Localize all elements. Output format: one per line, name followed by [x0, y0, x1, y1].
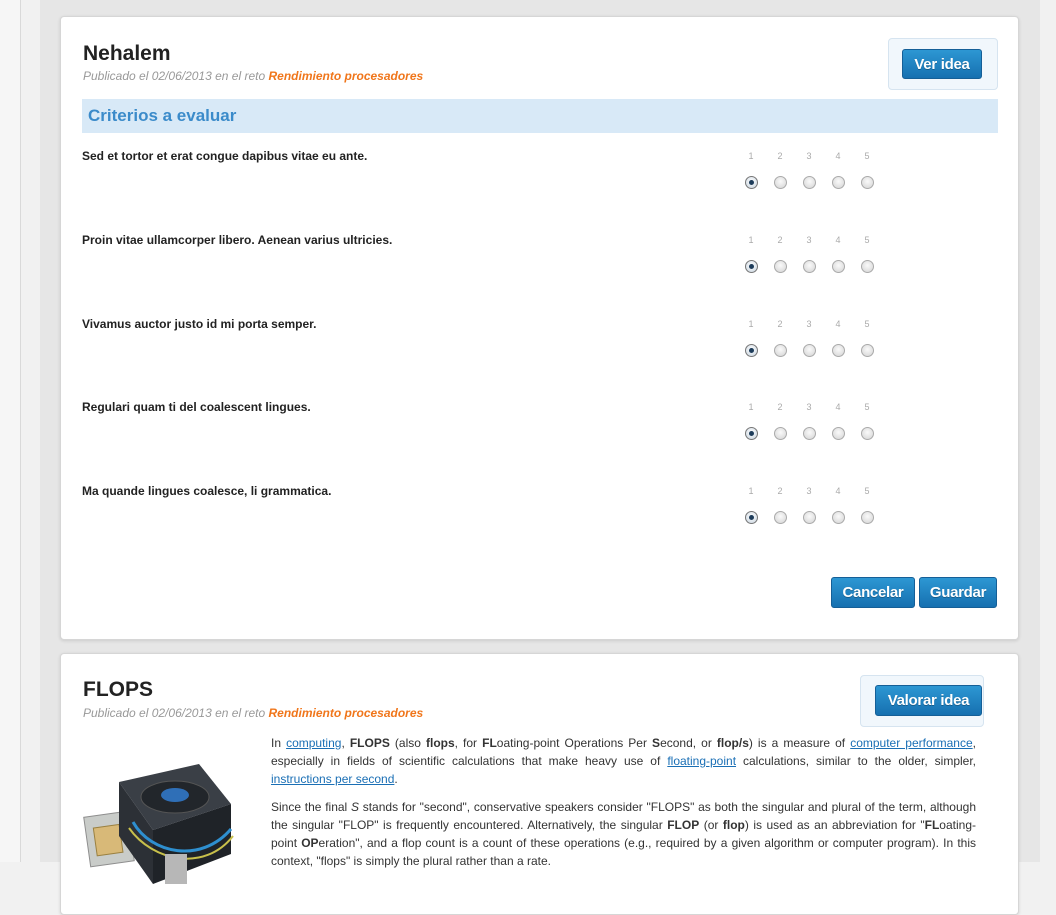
criterion-label: Vivamus auctor justo id mi porta semper.	[82, 317, 317, 331]
rating-number: 4	[835, 402, 841, 412]
rating-number: 3	[806, 151, 812, 161]
rating-number: 1	[748, 151, 754, 161]
rating-radio-3[interactable]	[803, 344, 816, 357]
rating-scale: 1 2 3 4 5	[745, 235, 885, 247]
rating-radio-4[interactable]	[832, 176, 845, 189]
rating-number: 5	[864, 151, 870, 161]
rating-options	[745, 510, 885, 528]
rating-radio-2[interactable]	[774, 344, 787, 357]
idea-card-nehalem: Nehalem Publicado el 02/06/2013 en el re…	[60, 16, 1019, 640]
meta-date: Publicado el 02/06/2013 en el reto	[83, 69, 266, 83]
rating-radio-1[interactable]	[745, 344, 758, 357]
criterion-label: Ma quande lingues coalesce, li grammatic…	[82, 484, 332, 498]
rating-radio-3[interactable]	[803, 427, 816, 440]
rating-number: 1	[748, 235, 754, 245]
link-instructions-per-second[interactable]: instructions per second	[271, 772, 394, 786]
rate-idea-wrap: Valorar idea	[860, 675, 984, 727]
rating-number: 4	[835, 151, 841, 161]
rating-options	[745, 426, 885, 444]
rating-number: 3	[806, 486, 812, 496]
rating-radio-5[interactable]	[861, 511, 874, 524]
rating-number: 5	[864, 319, 870, 329]
rating-number: 4	[835, 486, 841, 496]
rating-radio-1[interactable]	[745, 511, 758, 524]
rating-radio-3[interactable]	[803, 511, 816, 524]
meta-date: Publicado el 02/06/2013 en el reto	[83, 706, 266, 720]
idea-title: Nehalem	[83, 42, 171, 65]
rating-scale: 1 2 3 4 5	[745, 319, 885, 331]
rating-number: 2	[777, 319, 783, 329]
rating-number: 3	[806, 319, 812, 329]
criterion-label: Sed et tortor et erat congue dapibus vit…	[82, 149, 368, 163]
idea-card-flops: FLOPS Publicado el 02/06/2013 en el reto…	[60, 653, 1019, 915]
rating-number: 2	[777, 151, 783, 161]
rating-radio-5[interactable]	[861, 344, 874, 357]
criteria-heading: Criterios a evaluar	[88, 106, 237, 125]
rating-radio-4[interactable]	[832, 427, 845, 440]
rating-number: 1	[748, 402, 754, 412]
rating-number: 2	[777, 235, 783, 245]
rating-number: 1	[748, 319, 754, 329]
rating-radio-1[interactable]	[745, 260, 758, 273]
rating-radio-4[interactable]	[832, 344, 845, 357]
link-computer-performance[interactable]: computer performance	[850, 736, 972, 750]
rating-number: 5	[864, 402, 870, 412]
rating-radio-2[interactable]	[774, 511, 787, 524]
criteria-header: Criterios a evaluar	[82, 99, 998, 133]
rating-options	[745, 175, 885, 193]
idea-meta: Publicado el 02/06/2013 en el reto Rendi…	[83, 706, 423, 720]
rating-radio-2[interactable]	[774, 260, 787, 273]
rating-number: 3	[806, 402, 812, 412]
rating-radio-4[interactable]	[832, 511, 845, 524]
rating-number: 3	[806, 235, 812, 245]
rating-number: 1	[748, 486, 754, 496]
link-computing[interactable]: computing	[286, 736, 341, 750]
paragraph-1: In computing, FLOPS (also flops, for FLo…	[271, 736, 977, 786]
save-button[interactable]: Guardar	[919, 577, 997, 608]
rating-scale: 1 2 3 4 5	[745, 486, 885, 498]
rating-number: 4	[835, 235, 841, 245]
rating-options	[745, 259, 885, 277]
rating-radio-4[interactable]	[832, 260, 845, 273]
rating-radio-5[interactable]	[861, 176, 874, 189]
rate-idea-button[interactable]: Valorar idea	[875, 685, 982, 716]
left-rail	[0, 0, 21, 862]
cancel-button[interactable]: Cancelar	[831, 577, 915, 608]
cpu-cooler-image	[83, 764, 234, 884]
rating-radio-2[interactable]	[774, 176, 787, 189]
rating-number: 2	[777, 402, 783, 412]
idea-description: In computing, FLOPS (also flops, for FLo…	[271, 734, 976, 880]
rating-radio-3[interactable]	[803, 176, 816, 189]
rating-options	[745, 343, 885, 361]
link-floating-point[interactable]: floating-point	[667, 754, 736, 768]
rating-number: 4	[835, 319, 841, 329]
rating-scale: 1 2 3 4 5	[745, 151, 885, 163]
rating-number: 2	[777, 486, 783, 496]
rating-scale: 1 2 3 4 5	[745, 402, 885, 414]
rating-radio-1[interactable]	[745, 427, 758, 440]
rating-number: 5	[864, 235, 870, 245]
rating-number: 5	[864, 486, 870, 496]
paragraph-2: Since the final S stands for "second", c…	[271, 800, 977, 868]
rating-radio-5[interactable]	[861, 427, 874, 440]
rating-radio-3[interactable]	[803, 260, 816, 273]
idea-meta: Publicado el 02/06/2013 en el reto Rendi…	[83, 69, 423, 83]
challenge-link[interactable]: Rendimiento procesadores	[268, 706, 423, 720]
criterion-label: Proin vitae ullamcorper libero. Aenean v…	[82, 233, 393, 247]
rating-radio-5[interactable]	[861, 260, 874, 273]
rating-radio-1[interactable]	[745, 176, 758, 189]
view-idea-wrap: Ver idea	[888, 38, 998, 90]
rating-radio-2[interactable]	[774, 427, 787, 440]
view-idea-button[interactable]: Ver idea	[902, 49, 982, 79]
idea-title: FLOPS	[83, 678, 154, 701]
criterion-label: Regulari quam ti del coalescent lingues.	[82, 400, 311, 414]
challenge-link[interactable]: Rendimiento procesadores	[268, 69, 423, 83]
